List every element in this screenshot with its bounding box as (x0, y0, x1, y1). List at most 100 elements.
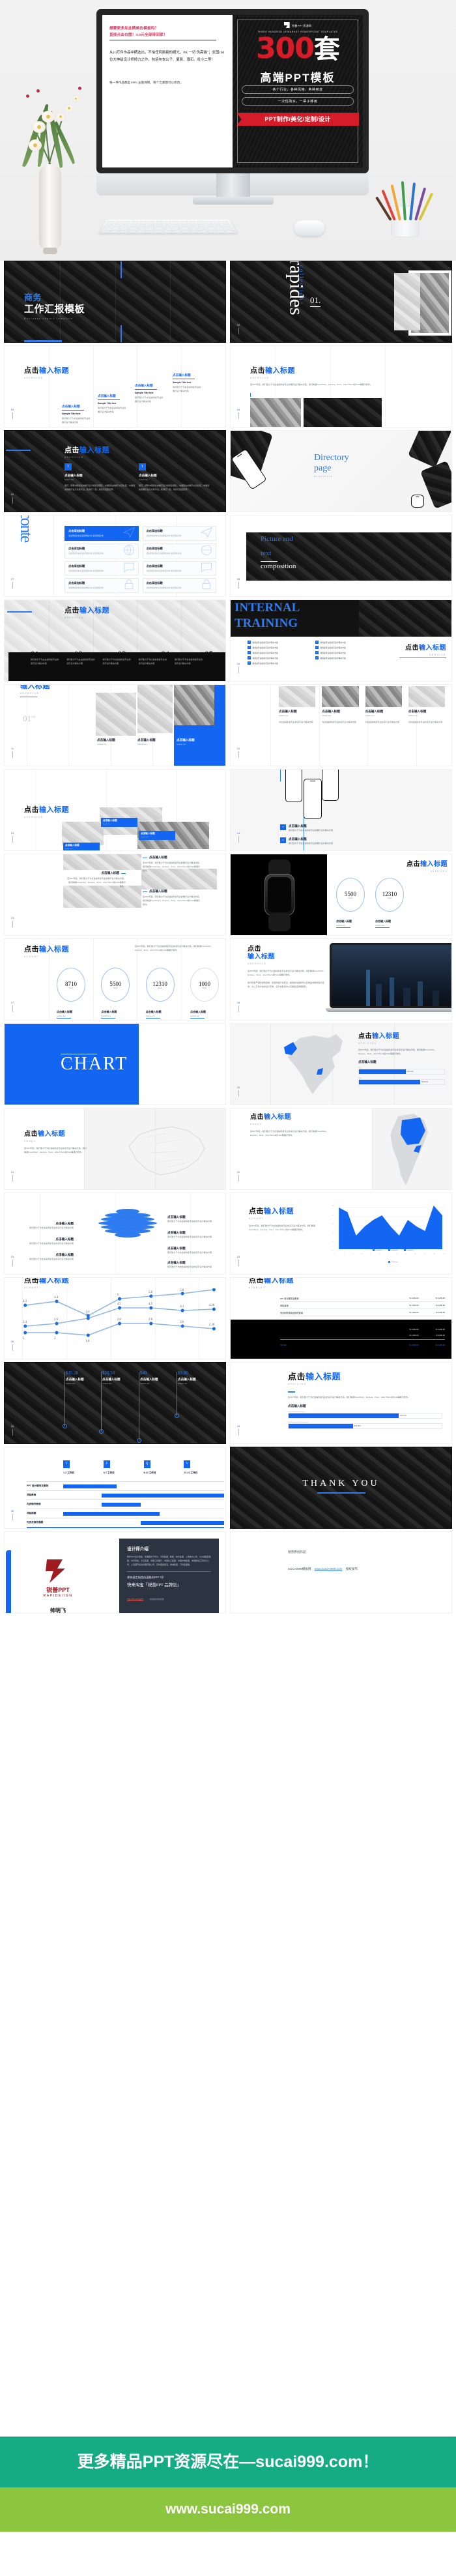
svg-text:5.8: 5.8 (180, 1289, 184, 1292)
slide-body: 自2007年起，我们致力于为社会提供最专业的演示设计解决方案。我们精通Power… (250, 1129, 328, 1136)
slide-body: 自2007年起，我们致力于为社会提供最专业的演示设计解决方案。我们精通Power… (135, 945, 213, 952)
slide-thumbnail[interactable]: · · · · · · · · ·27 点击输入标题 #TABLET PPT 设… (230, 1277, 452, 1359)
svg-text:2.36: 2.36 (209, 1324, 215, 1327)
slide-thumbnail[interactable]: · · · · · · · ·16 点击输入标题 #devices 5500St… (230, 854, 452, 936)
source-link[interactable]: www.SUCAI999.com (315, 1567, 343, 1570)
directory-title: Directory (314, 453, 349, 463)
slide-thumbnail[interactable]: Directory page #contents (230, 430, 452, 512)
slide-thumbnail[interactable]: · · · · · · · · · 30 T 1-2 工作日 F 3-7 工作日 Q8… (4, 1447, 226, 1529)
check-icon: ✓ (248, 646, 251, 649)
slide8-title-2: text (261, 549, 272, 557)
slide-thumbnail[interactable]: THANK YOU (230, 1447, 452, 1529)
slide-number: 10 (236, 662, 240, 665)
stat-ellipse: 12310 Stage (375, 878, 404, 912)
slide-number: 11 (10, 747, 14, 750)
check-icon: ✓ (248, 661, 251, 665)
slide-thumbnail[interactable]: · · · · · · · · 13 点击输入标题 #SERVICE 点击输入标题… (4, 769, 226, 851)
slide-thumbnail[interactable]: · · · · · · · · · 04 点击输入标题 #SERVICE 自200… (230, 345, 452, 427)
content-card[interactable]: 点击添加标题 点击添加文本点点击添加文本 点击添加文本 (64, 526, 139, 541)
slide-rail-dots: · · · · · · · · · (238, 1035, 240, 1058)
slide-thumbnail[interactable]: 锐普原创作品 SUCAI999模板网 www.SUCAI999.com 授权发布 (230, 1531, 452, 1614)
svg-text:2: 2 (23, 1337, 25, 1340)
svg-text:2.6: 2.6 (180, 1321, 184, 1324)
slide-thumbnail[interactable]: · · · · · · · 11 输入标题 #SERVICE 01/04 点击输入… (4, 684, 226, 766)
svg-text:6.6: 6.6 (212, 1288, 216, 1289)
slide-subtitle: #SERVICE (24, 376, 44, 379)
slide-thumbnail[interactable]: 锐普PPT RAPIDE/IGN 帅明飞 http://rapidppt.tao… (4, 1531, 226, 1614)
slide-subtitle: #SERVICE (248, 962, 267, 965)
slide-thumbnail[interactable]: · · · · · · · · ·19 CHART #click text he… (4, 1023, 226, 1105)
slide-number: 18 (236, 1001, 240, 1004)
legend-icon: T (63, 1460, 70, 1468)
slide-thumbnail[interactable]: · · · · · · · · · 29 点击输入标题 #PRICING 自200… (230, 1362, 452, 1444)
svg-text:4.26: 4.26 (209, 1304, 215, 1307)
slide-thumbnail[interactable]: 商务 工作汇报模板 Business report template (4, 261, 226, 343)
slide-subtitle: #SERVICE (250, 376, 270, 379)
check-icon: ✓ (248, 641, 251, 644)
check-icon: ✓ (315, 641, 319, 644)
check-icon: ✓ (315, 651, 319, 654)
poster-ribbon: PPT制作/美化/定制/设计 (236, 113, 359, 126)
vase (39, 164, 61, 254)
slide-thumbnail[interactable]: · · · · · · · · · 03 点击输入标题 #SERVICE 点击输入… (4, 345, 226, 427)
check-icon: ✓ (248, 656, 251, 659)
promo-banner-green: 更多精品PPT资源尽在—sucai999.com！ (0, 2437, 456, 2487)
content-card[interactable]: 点击添加标题 点击添加文本点点击添加文本 点击添加文本 (64, 560, 139, 576)
funnel-label: 点击输入标题 我们致力于为社会提供最专业的演示设计解决方案 (29, 1237, 74, 1245)
slide-body: 自2007年起，我们致力于为社会提供最专业的展示设计解决方案。我们精通Power… (250, 383, 373, 386)
slide-thumbnail[interactable]: · · · · · · · · · 23 点击输入标题 我们致力于为社会提供最专业的… (4, 1193, 226, 1275)
gantt-row: 内页及修改周期 (27, 1518, 224, 1527)
svg-text:5.6: 5.6 (149, 1291, 153, 1294)
slide-rail-dots: · · · · · · · · · (238, 1374, 240, 1397)
slide-thumbnail[interactable]: · · · · · · · · · 28 $15.10 点击输入标题 Sample t… (4, 1362, 226, 1444)
content-card[interactable]: 点击添加标题 点击添加文本点点击添加文本 点击添加文本 (64, 578, 139, 593)
monitor-stand-base (193, 197, 274, 205)
slide-section-title: 点击输入标题 (358, 1060, 377, 1064)
promo-line-2: 直接点击右图！9.9元全部带回家！ (109, 33, 167, 38)
slide-thumbnail[interactable]: · · · · · · · · 14 T 点击输入标题 我们致力于为社会提供最专业的… (230, 769, 452, 851)
slide-thumbnail[interactable]: · · · · · · · · · 21 点击输入标题 #maps 自2007年起… (4, 1108, 226, 1190)
slide-thumbnail[interactable]: · · · · · · · · 17 点击输入标题 #CHART 自2007年起，… (4, 938, 226, 1020)
slide-thumbnail[interactable]: · · · · · · · · · · 02 rapides collection… (230, 261, 452, 343)
chat-bubble-icon (201, 562, 212, 573)
source-name: SUCAI999模板网 (288, 1567, 311, 1570)
content-card[interactable]: 点击添加标题 点击添加文本点点击添加文本 点击添加文本 (142, 560, 216, 576)
slide-rail-dots: · · · · · · · · · (12, 1205, 14, 1227)
slide2-script: collection+ (298, 265, 305, 306)
check-icon: ✓ (248, 651, 251, 654)
slide-thumbnail[interactable]: · · · · · · · · · 26 点击输入标题 #CHART 4.3 4.4… (4, 1277, 226, 1359)
slide-thumbnail[interactable]: · · · · · · · · · 05 点击输入标题 #SERVICE T 点击… (4, 430, 226, 512)
funnel-chart (98, 1209, 157, 1237)
slide-thumbnail[interactable]: · · · · · ·10 INTERNAL TRAINING ✓提供最专业的演… (230, 600, 452, 682)
slide-thumbnail[interactable]: · · · · · · · 07 conte 点击添加标题 点击添加文本点点击添加文… (4, 515, 226, 597)
slide-thumbnail[interactable]: · · · · · · · · · 24 点击输入标题 #CHART 自2007年… (230, 1193, 452, 1275)
slide-title: 点击输入标题 (406, 861, 448, 868)
slide-thumbnail[interactable]: · · · · · · ·09 点击输入标题 #SERVICE 01.websi… (4, 600, 226, 682)
content-card[interactable]: 点击添加标题 点击添加文本点点击添加文本 点击添加文本 (142, 578, 216, 593)
slide1-title-en: Business report template (24, 317, 74, 321)
slide-thumbnail[interactable]: · · · · · · · · 18 点击 输入标题 #SERVICE 自2007… (230, 938, 452, 1020)
panel-link[interactable]: http://tb.am/gyf9t (127, 1598, 143, 1600)
slide-grid: 商务 工作汇报模板 Business report template · · ·… (0, 261, 456, 1614)
slide-number: 05 (10, 493, 14, 496)
logo-cn: 锐普PPT (46, 1587, 70, 1593)
credit-line: 锐普原创作品 (288, 1550, 306, 1554)
slide-thumbnail[interactable]: · · · · · · · · · 22 点击输入标题 #maps 自2007年起… (230, 1108, 452, 1190)
logo-en: RAPIDE/IGN (43, 1594, 73, 1598)
slide-title: 点击输入标题 (288, 1372, 341, 1382)
slide-rail-dots: · · · · · · · · · (12, 1374, 14, 1397)
slide-number: 29 (236, 1425, 240, 1428)
slide-number: 12 (236, 747, 240, 750)
slide-thumbnail[interactable]: · · · · · · · 08 Picture and text composi… (230, 515, 452, 597)
slide-thumbnail[interactable]: · · · · · · · · 15 点击输入标题 自2007年起，我们致力于为社会… (4, 854, 226, 936)
content-card[interactable]: 点击添加标题 点击添加文本点点击添加文本 点击添加文本 (142, 526, 216, 541)
content-card[interactable]: 点击添加标题 点击添加文本点点击添加文本 点击添加文本 (64, 543, 139, 558)
step-item: 点击输入标题 Sample Title text 我们致力于为社会提供最专业的展… (173, 373, 201, 392)
content-card[interactable]: 点击添加标题 点击添加文本点点击添加文本 点击添加文本 (142, 543, 216, 558)
slide-title: 点击输入标题 (250, 367, 295, 375)
slide-rail-dots: · · · · · · · · (12, 951, 14, 970)
slide-thumbnail[interactable]: · · · · · · · 12 点击输入标题 Sample text 为社会提供最专… (230, 684, 452, 766)
slide-thumbnail[interactable]: · · · · · · · · · 20 点击输入标题 #PRICING 自200… (230, 1023, 452, 1105)
poster-pill-2: 一次性购买，一辈子够用 (242, 97, 354, 106)
slide-rail-dots: · · · · · · · · (238, 781, 240, 801)
